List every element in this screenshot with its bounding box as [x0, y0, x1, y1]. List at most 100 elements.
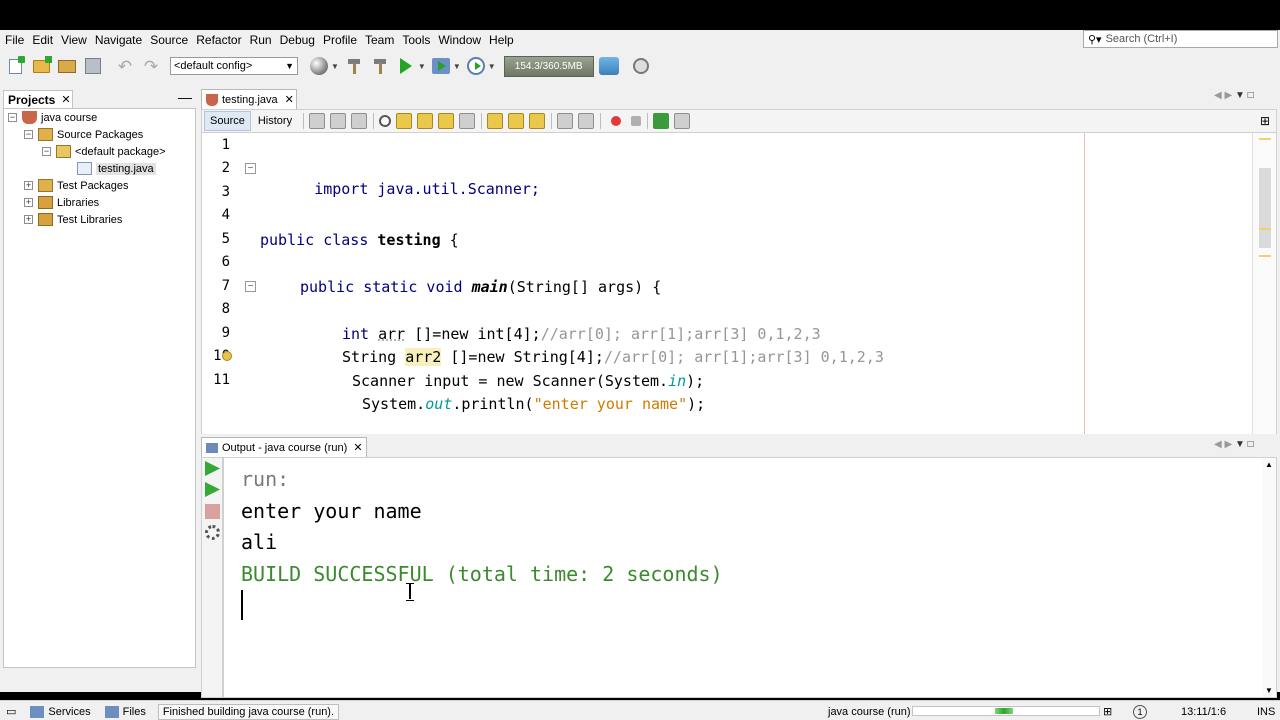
find-previous-icon[interactable]: [396, 113, 413, 129]
menu-edit[interactable]: Edit: [29, 30, 56, 50]
build-button[interactable]: [343, 55, 365, 77]
fold-icon[interactable]: −: [245, 281, 256, 292]
toggle-highlight-icon[interactable]: [438, 113, 455, 129]
clean-build-button[interactable]: [369, 55, 391, 77]
shift-left-icon[interactable]: [557, 113, 574, 129]
minimize-icon[interactable]: —: [178, 90, 192, 104]
toggle-rect-selection-icon[interactable]: [459, 113, 476, 129]
split-editor-icon[interactable]: ⊞: [1260, 114, 1270, 128]
menu-view[interactable]: View: [58, 30, 90, 50]
menu-profile[interactable]: Profile: [320, 30, 360, 50]
close-icon[interactable]: ✕: [61, 93, 70, 106]
output-nav-controls[interactable]: ◀ ▶ ▼ □: [1214, 439, 1254, 450]
close-icon[interactable]: ✕: [285, 93, 294, 106]
warning-icon[interactable]: [222, 351, 232, 361]
menu-run[interactable]: Run: [247, 30, 275, 50]
tab-nav-controls[interactable]: ◀ ▶ ▼ □: [1214, 90, 1254, 101]
find-icon[interactable]: [379, 115, 392, 127]
notifications-icon[interactable]: 1: [1133, 704, 1147, 719]
menu-refactor[interactable]: Refactor: [193, 30, 244, 50]
menu-help[interactable]: Help: [486, 30, 517, 50]
comment-icon[interactable]: [653, 113, 670, 129]
chevron-down-icon[interactable]: ▼: [453, 62, 461, 71]
memory-indicator[interactable]: 154.3/360.5MB: [503, 55, 594, 77]
scrollbar-thumb[interactable]: [1259, 168, 1271, 248]
menu-tools[interactable]: Tools: [399, 30, 433, 50]
new-file-button[interactable]: [4, 55, 26, 77]
fold-icon[interactable]: −: [245, 163, 256, 174]
collapse-icon[interactable]: −: [24, 130, 33, 139]
garbage-collect-button[interactable]: [598, 55, 620, 77]
editor-scrollbar[interactable]: [1252, 133, 1276, 434]
toggle-bookmark-icon[interactable]: [529, 113, 546, 129]
open-project-button[interactable]: [56, 55, 78, 77]
back-icon[interactable]: [330, 113, 347, 129]
undo-button[interactable]: ↶: [114, 55, 136, 77]
next-bookmark-icon[interactable]: [508, 113, 525, 129]
find-next-icon[interactable]: [417, 113, 434, 129]
menu-file[interactable]: File: [2, 30, 27, 50]
stop-macro-recording-icon[interactable]: [631, 116, 642, 126]
menu-debug[interactable]: Debug: [277, 30, 318, 50]
tree-item-test-libraries[interactable]: + Test Libraries: [24, 211, 122, 228]
search-box[interactable]: ⚲▾ Search (Ctrl+I): [1083, 30, 1278, 48]
uncomment-icon[interactable]: [674, 113, 691, 129]
menu-team[interactable]: Team: [362, 30, 397, 50]
pause-io-button[interactable]: [630, 55, 652, 77]
output-tab[interactable]: Output - java course (run) ✕: [201, 437, 367, 457]
scroll-up-icon[interactable]: ▲: [1265, 460, 1273, 469]
services-button[interactable]: Services: [24, 705, 91, 718]
tree-item-project[interactable]: − java course: [8, 109, 97, 126]
save-all-button[interactable]: [82, 55, 104, 77]
chevron-down-icon[interactable]: ▼: [331, 62, 339, 71]
menu-navigate[interactable]: Navigate: [92, 30, 145, 50]
settings-icon[interactable]: [205, 525, 220, 540]
forward-icon[interactable]: [351, 113, 368, 129]
projects-tab[interactable]: Projects ✕: [3, 90, 73, 108]
window-icon[interactable]: ▭: [6, 705, 16, 718]
tree-item-default-package[interactable]: − <default package>: [42, 143, 166, 160]
output-scrollbar[interactable]: ▲ ▼: [1262, 458, 1276, 697]
expand-icon[interactable]: +: [24, 198, 33, 207]
browser-button[interactable]: [308, 55, 330, 77]
search-input[interactable]: Search (Ctrl+I): [1106, 33, 1178, 45]
stop-icon[interactable]: [205, 504, 220, 519]
start-macro-recording-icon[interactable]: [611, 116, 622, 126]
run-button[interactable]: [395, 55, 417, 77]
rerun-with-args-icon[interactable]: [205, 482, 220, 497]
last-edit-icon[interactable]: [309, 113, 326, 129]
output-console[interactable]: run: enter your name ali BUILD SUCCESSFU…: [223, 457, 1277, 698]
error-stripe-mark[interactable]: [1259, 228, 1271, 230]
new-project-button[interactable]: [30, 55, 52, 77]
scroll-down-icon[interactable]: ▼: [1265, 686, 1273, 695]
collapse-icon[interactable]: −: [42, 147, 51, 156]
editor-tab-testing-java[interactable]: testing.java ✕: [201, 89, 297, 109]
tree-item-file[interactable]: testing.java: [77, 160, 156, 177]
debug-button[interactable]: [430, 55, 452, 77]
expand-icon[interactable]: +: [24, 181, 33, 190]
error-stripe-mark[interactable]: [1259, 255, 1271, 257]
rerun-icon[interactable]: [205, 461, 220, 476]
open-project-icon: [58, 59, 76, 73]
menu-source[interactable]: Source: [147, 30, 191, 50]
chevron-down-icon[interactable]: ▼: [418, 62, 426, 71]
error-stripe-mark[interactable]: [1259, 138, 1271, 140]
tree-item-source-packages[interactable]: − Source Packages: [24, 126, 143, 143]
tree-item-libraries[interactable]: + Libraries: [24, 194, 99, 211]
previous-bookmark-icon[interactable]: [487, 113, 504, 129]
tab-source[interactable]: Source: [204, 111, 251, 131]
expand-icon[interactable]: +: [24, 215, 33, 224]
tab-history[interactable]: History: [253, 111, 297, 131]
tree-item-test-packages[interactable]: + Test Packages: [24, 177, 129, 194]
config-select[interactable]: <default config> ▼: [170, 57, 298, 75]
profile-button[interactable]: [465, 55, 487, 77]
chevron-down-icon[interactable]: ▼: [488, 62, 496, 71]
shift-right-icon[interactable]: [578, 113, 595, 129]
code-editor[interactable]: 1 2 3 4 5 6 7 8 9 10 11 − − import java.…: [201, 133, 1277, 434]
redo-button[interactable]: ↷: [140, 55, 162, 77]
cancel-task-icon[interactable]: ⊞: [1103, 705, 1112, 718]
files-button[interactable]: Files: [99, 705, 146, 718]
collapse-icon[interactable]: −: [8, 113, 17, 122]
menu-window[interactable]: Window: [435, 30, 484, 50]
close-icon[interactable]: ✕: [353, 441, 362, 454]
